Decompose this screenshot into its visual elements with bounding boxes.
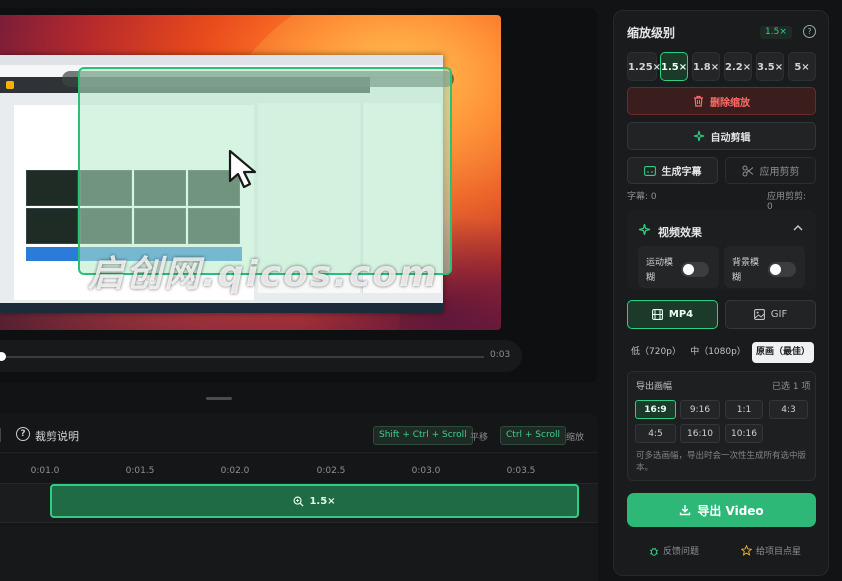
trash-icon	[693, 95, 704, 107]
watermark-text: 启创网.qicos.com	[88, 254, 439, 295]
export-video-button[interactable]: 导出 Video	[627, 493, 816, 527]
star-project-link[interactable]: 给项目点星	[741, 544, 801, 557]
format-gif-button[interactable]: GIF	[725, 300, 816, 329]
clip-count: 应用剪剪: 0	[767, 192, 807, 212]
site-logo	[6, 81, 14, 89]
background-blur-label: 背景模糊	[732, 258, 760, 283]
ratio-1-1[interactable]: 1:1	[725, 400, 763, 419]
image-icon	[753, 309, 765, 320]
video-preview[interactable]: 启创网.qicos.com	[0, 15, 501, 330]
export-ratio-title: 导出画幅	[636, 382, 673, 392]
generate-subtitle-button[interactable]: 生成字幕	[627, 157, 718, 184]
scissors-icon	[742, 165, 754, 177]
zoom-clip-label: 1.5×	[309, 495, 336, 507]
delete-zoom-label: 删除缩放	[710, 97, 750, 109]
motion-blur-label: 运动模糊	[646, 258, 674, 283]
zoom-option-3-5[interactable]: 3.5×	[756, 52, 784, 81]
apply-clip-button[interactable]: 应用剪剪	[725, 157, 816, 184]
zoom-level-badge: 1.5×	[760, 26, 792, 39]
zoom-option-5[interactable]: 5×	[788, 52, 816, 81]
tick-label: 0:02.5	[316, 466, 346, 476]
delete-zoom-button[interactable]: 删除缩放	[627, 87, 816, 115]
chevron-up-icon[interactable]	[793, 224, 803, 232]
ratio-16-10[interactable]: 16:10	[680, 424, 720, 443]
auto-edit-button[interactable]: 自动剪辑	[627, 122, 816, 150]
progress-track[interactable]	[4, 356, 484, 358]
zoom-option-1-25[interactable]: 1.25×	[627, 52, 661, 81]
sparkle-icon	[638, 223, 651, 236]
shortcut-zoom-label: 缩放	[566, 433, 585, 443]
zoom-clip[interactable]: 1.5×	[50, 484, 579, 518]
help-circle-icon[interactable]: ?	[16, 427, 30, 441]
sparkle-icon	[693, 130, 705, 142]
download-icon	[679, 504, 691, 516]
star-icon	[741, 545, 752, 556]
ratio-4-5[interactable]: 4:5	[635, 424, 676, 443]
quality-low-option[interactable]: 低（720p）	[630, 342, 682, 363]
zoom-option-1-8[interactable]: 1.8×	[692, 52, 720, 81]
timeline-title[interactable]: 裁剪说明	[35, 428, 79, 444]
subtitle-count: 字幕: 0	[627, 192, 657, 202]
mouse-cursor-icon	[226, 147, 266, 191]
duration-label: 0:03	[490, 350, 511, 360]
browser-tab-strip	[0, 55, 443, 65]
ratio-16-9[interactable]: 16:9	[635, 400, 676, 419]
export-video-label: 导出 Video	[697, 503, 764, 518]
format-mp4-label: MP4	[668, 309, 694, 320]
auto-edit-label: 自动剪辑	[710, 132, 751, 144]
video-effects-title: 视频效果	[658, 226, 702, 239]
zoom-clip-content: 1.5×	[52, 486, 577, 516]
film-icon	[651, 309, 663, 320]
zoom-level-title: 缩放级别	[627, 26, 676, 40]
apply-clip-label: 应用剪剪	[759, 167, 800, 178]
ratio-9-16[interactable]: 9:16	[680, 400, 720, 419]
bug-icon	[649, 546, 659, 556]
format-mp4-button[interactable]: MP4	[627, 300, 718, 329]
feedback-label: 反馈问题	[663, 547, 700, 557]
tick-label: 0:01.5	[125, 466, 155, 476]
export-ratio-hint: 可多选画幅，导出时会一次性生成所有选中版本。	[636, 451, 807, 473]
ratio-4-3[interactable]: 4:3	[769, 400, 808, 419]
ratio-10-16[interactable]: 10:16	[725, 424, 763, 443]
quality-original-option[interactable]: 原画（最佳）	[752, 342, 814, 363]
zoom-in-icon	[293, 496, 304, 507]
panel-resize-handle[interactable]	[206, 397, 232, 400]
zoom-option-2-2[interactable]: 2.2×	[724, 52, 752, 81]
quality-mid-option[interactable]: 中（1080p）	[690, 342, 746, 363]
tick-label: 0:03.5	[506, 466, 536, 476]
shortcut-pan-keys: Shift + Ctrl + Scroll	[373, 426, 473, 445]
feedback-link[interactable]: 反馈问题	[649, 544, 699, 557]
format-gif-label: GIF	[770, 309, 788, 320]
toolbar-divider	[0, 428, 1, 442]
background-blur-toggle[interactable]	[768, 262, 796, 277]
os-taskbar	[0, 303, 443, 313]
motion-blur-toggle[interactable]	[681, 262, 709, 277]
subtitle-icon	[643, 165, 656, 176]
shortcut-pan-label: 平移	[470, 433, 489, 443]
star-project-label: 给项目点星	[756, 547, 802, 557]
tick-label: 0:02.0	[220, 466, 250, 476]
help-circle-icon[interactable]: ?	[803, 25, 816, 38]
shortcut-zoom-keys: Ctrl + Scroll	[500, 426, 566, 445]
export-ratio-count: 已选 1 项	[772, 382, 811, 392]
secondary-track	[0, 527, 598, 581]
tick-label: 0:01.0	[30, 466, 60, 476]
generate-subtitle-label: 生成字幕	[661, 167, 702, 178]
zoom-option-1-5[interactable]: 1.5×	[660, 52, 688, 81]
tick-label: 0:03.0	[411, 466, 441, 476]
